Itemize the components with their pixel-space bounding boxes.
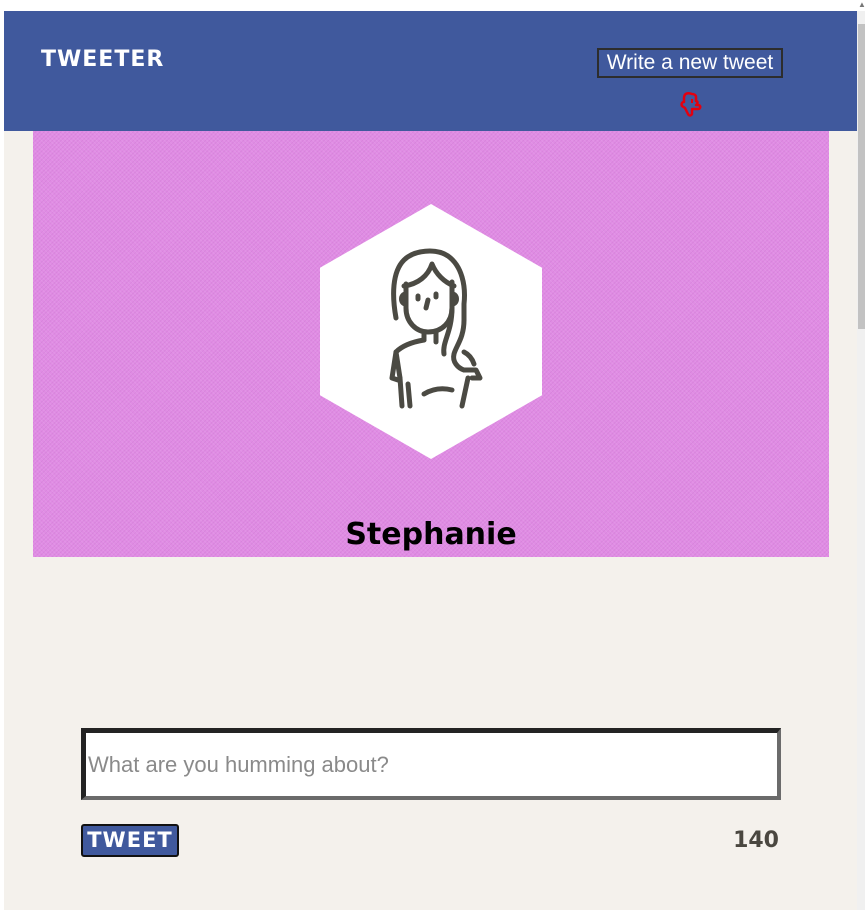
pointing-hand-icon <box>680 91 702 117</box>
scroll-up-arrow-icon[interactable]: ▲ <box>858 0 865 10</box>
avatar <box>320 204 542 459</box>
tweet-button[interactable]: TWEET <box>81 824 179 857</box>
page: TWEETER Write a new tweet Stephanie What… <box>4 11 857 910</box>
char-counter: 140 <box>733 828 779 853</box>
avatar-woman-icon <box>389 248 483 409</box>
profile-name: Stephanie <box>345 517 517 552</box>
write-new-tweet-button[interactable]: Write a new tweet <box>597 48 783 78</box>
navbar: TWEETER Write a new tweet <box>4 11 857 131</box>
scrollbar-thumb[interactable] <box>858 24 865 329</box>
compose-section: TWEET 140 <box>81 728 781 857</box>
brand-logo[interactable]: TWEETER <box>41 47 164 72</box>
tweet-input[interactable] <box>81 728 781 800</box>
profile-banner: Stephanie <box>33 131 829 557</box>
